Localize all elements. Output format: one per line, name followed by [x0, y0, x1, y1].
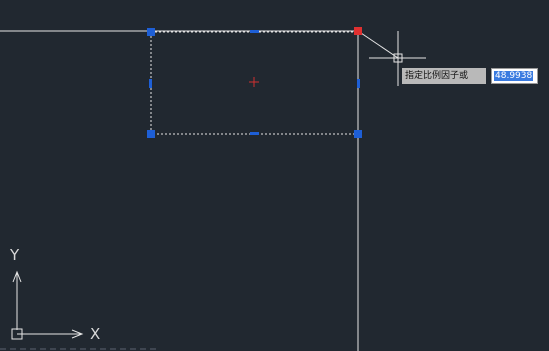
- grip-top-left[interactable]: [147, 28, 155, 36]
- rubber-band-line: [357, 30, 399, 59]
- ucs-x-label: X: [90, 325, 101, 343]
- grip-bottom-right[interactable]: [354, 130, 362, 138]
- grip-mid-top[interactable]: [250, 30, 259, 33]
- grip-mid-bottom[interactable]: [250, 132, 259, 135]
- dynamic-input-value[interactable]: 48.9938: [494, 71, 534, 81]
- grip-mid-right[interactable]: [357, 79, 360, 88]
- ucs-axis-icon: [11, 270, 84, 340]
- ucs-y-label: Y: [10, 246, 20, 264]
- grip-top-right-hot[interactable]: [354, 27, 362, 35]
- model-space[interactable]: [0, 0, 549, 351]
- grip-bottom-left[interactable]: [147, 130, 155, 138]
- grip-mid-left[interactable]: [149, 79, 152, 88]
- dynamic-input-prompt: 指定比例因子或: [402, 68, 486, 84]
- center-cross-icon: [249, 77, 259, 87]
- drawing-canvas[interactable]: Y X 指定比例因子或 48.9938: [0, 0, 549, 351]
- dynamic-input-field[interactable]: 48.9938: [491, 68, 538, 84]
